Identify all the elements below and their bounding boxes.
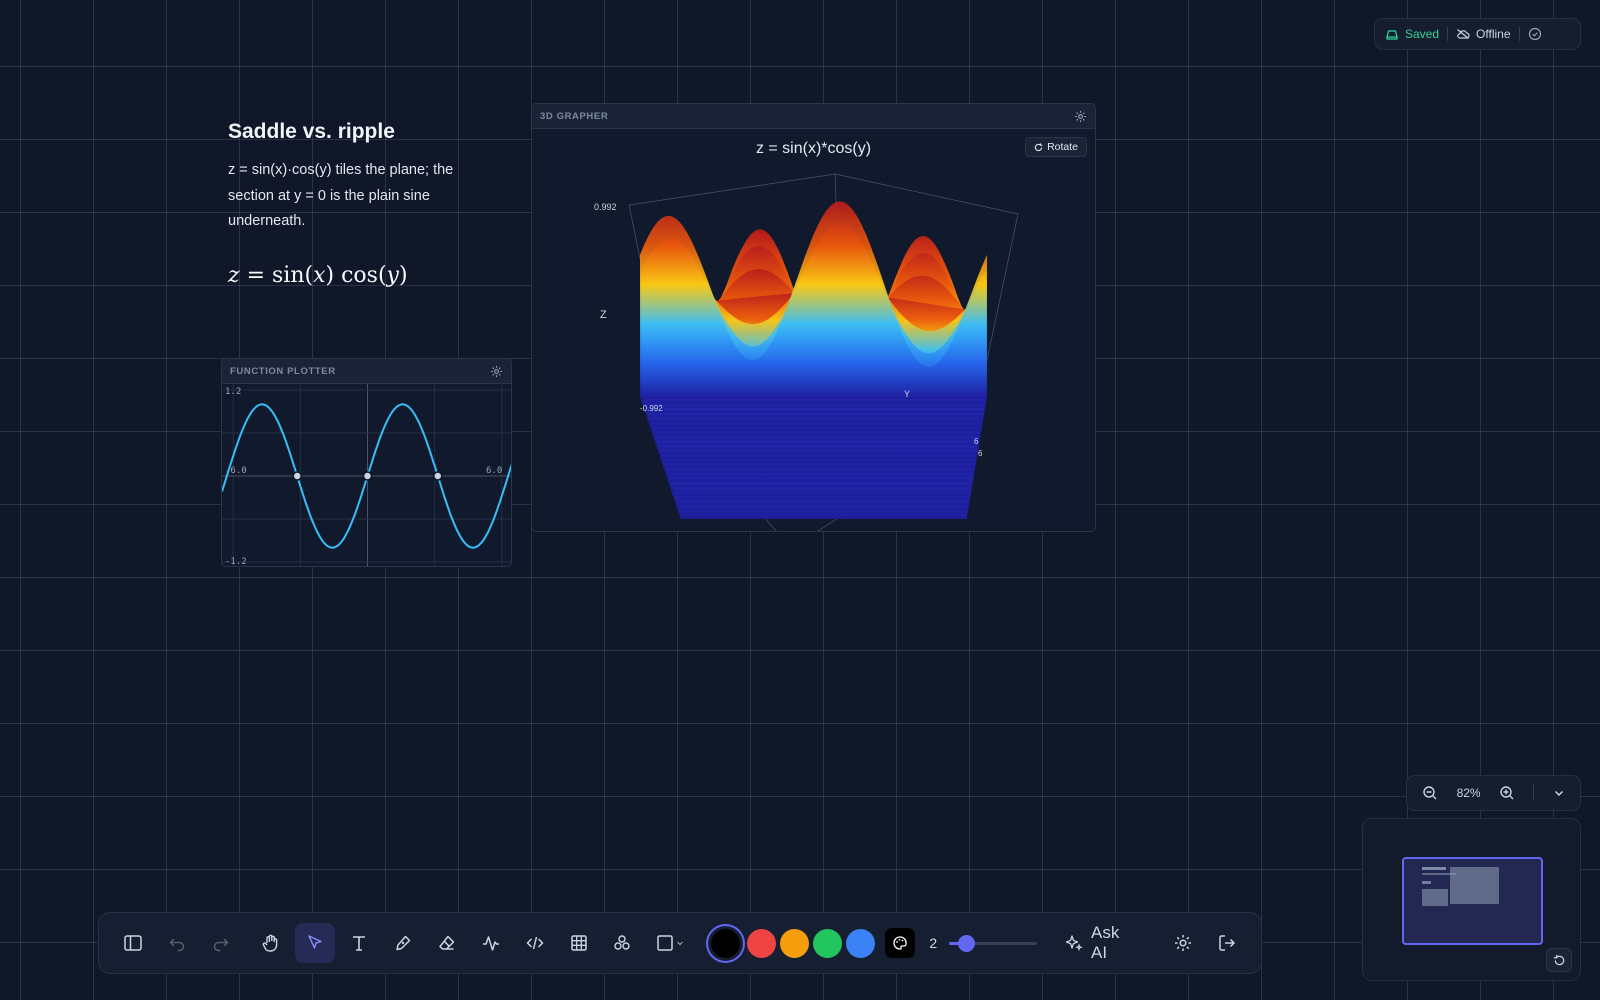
3d-grapher-header[interactable]: 3D GRAPHER: [532, 104, 1095, 129]
undo-button[interactable]: [157, 923, 197, 963]
gear-icon[interactable]: [1074, 110, 1087, 123]
activity-icon: [481, 933, 501, 953]
text-icon: [349, 933, 369, 953]
nodes-icon: [612, 933, 632, 953]
function-plotter-title: FUNCTION PLOTTER: [230, 365, 336, 377]
surface-ridges: [640, 201, 987, 519]
divider: [1518, 27, 1520, 41]
surface-plot[interactable]: 0.992 -0.992 Z Y 6 6: [532, 129, 1096, 532]
cloud-check-icon: [1385, 28, 1399, 40]
note-title: Saddle vs. ripple: [228, 120, 395, 143]
z-axis-label: Z: [600, 309, 607, 321]
undo-icon: [167, 933, 187, 953]
minimap-preview: [1422, 867, 1499, 906]
note-body: z = sin(x)·cos(y) tiles the plane; the s…: [228, 162, 454, 229]
z-min-label: -0.992: [640, 404, 663, 413]
sidebar-icon: [123, 933, 143, 953]
ask-ai-button[interactable]: Ask AI: [1055, 923, 1149, 963]
eraser-tool[interactable]: [427, 923, 467, 963]
color-swatch[interactable]: [780, 928, 810, 958]
redo-button[interactable]: [201, 923, 241, 963]
nodes-tool[interactable]: [602, 923, 642, 963]
zero-marker: [433, 471, 443, 481]
text-note[interactable]: Saddle vs. ripple z = sin(x)·cos(y) tile…: [228, 120, 498, 288]
code-tool[interactable]: [515, 923, 555, 963]
check-circle-button[interactable]: [1528, 27, 1542, 41]
color-swatches: [706, 928, 877, 958]
table-tool[interactable]: [559, 923, 599, 963]
tick-label: 6: [978, 449, 983, 458]
sidebar-toggle-button[interactable]: [113, 923, 153, 963]
color-swatch[interactable]: [846, 928, 876, 958]
text-tool[interactable]: [339, 923, 379, 963]
note-formula: z = sin(x) cos(y): [228, 262, 408, 288]
x-max-label: 6.0: [486, 466, 502, 476]
sync-status-pill: Saved Offline: [1374, 18, 1581, 50]
bottom-toolbar: 2 Ask AI: [98, 912, 1262, 974]
cloud-off-icon: [1456, 28, 1470, 40]
function-plotter-header[interactable]: FUNCTION PLOTTER: [222, 359, 511, 384]
3d-grapher-widget[interactable]: 3D GRAPHER z = sin(x)*cos(y) Rotate 0.99…: [531, 103, 1096, 532]
settings-button[interactable]: [1163, 923, 1203, 963]
zero-marker: [292, 471, 302, 481]
gear-icon: [1173, 933, 1193, 953]
log-out-icon: [1217, 933, 1237, 953]
gear-icon[interactable]: [490, 365, 503, 378]
divider: [1447, 27, 1449, 41]
rotate-ccw-icon: [1553, 954, 1566, 967]
slider-thumb[interactable]: [957, 935, 975, 952]
shape-tool[interactable]: [646, 923, 694, 963]
minimap[interactable]: [1362, 818, 1581, 981]
color-palette-button[interactable]: [885, 928, 916, 958]
divider: [1533, 785, 1535, 801]
chevron-down-icon[interactable]: [1553, 787, 1565, 799]
3d-grapher-title: 3D GRAPHER: [540, 110, 609, 122]
function-plot[interactable]: 1.2 -1.2 -6.0 6.0: [222, 384, 512, 567]
redo-icon: [211, 933, 231, 953]
pen-tool[interactable]: [383, 923, 423, 963]
ask-ai-label: Ask AI: [1091, 923, 1120, 962]
hand-icon: [261, 933, 281, 953]
y-axis-label: Y: [904, 389, 910, 399]
minimap-viewport[interactable]: [1402, 857, 1543, 945]
zoom-out-button[interactable]: [1422, 785, 1438, 801]
reset-view-button[interactable]: [1546, 948, 1572, 972]
hand-tool[interactable]: [251, 923, 291, 963]
square-icon: [656, 934, 674, 952]
eraser-icon: [437, 933, 457, 953]
saved-status: Saved: [1385, 27, 1439, 41]
zoom-controls: 82%: [1406, 775, 1581, 811]
table-icon: [569, 933, 589, 953]
sparkles-icon: [1065, 934, 1083, 952]
saved-label: Saved: [1405, 27, 1440, 41]
tick-label: 6: [974, 437, 979, 446]
offline-label: Offline: [1476, 27, 1511, 41]
zoom-in-button[interactable]: [1499, 785, 1515, 801]
pen-icon: [393, 933, 413, 953]
cursor-icon: [305, 933, 325, 953]
chevron-down-icon: [676, 939, 684, 947]
stroke-size-value: 2: [929, 935, 938, 951]
palette-icon: [892, 935, 908, 951]
exit-button[interactable]: [1207, 923, 1247, 963]
function-tool[interactable]: [471, 923, 511, 963]
y-min-label: -1.2: [225, 557, 247, 567]
color-swatch[interactable]: [711, 928, 741, 958]
stroke-size-slider[interactable]: [949, 933, 1038, 953]
check-circle-icon: [1528, 27, 1542, 41]
color-swatch[interactable]: [747, 928, 777, 958]
offline-status[interactable]: Offline: [1456, 27, 1511, 41]
z-max-label: 0.992: [594, 202, 617, 212]
code-icon: [525, 933, 545, 953]
zero-marker: [362, 471, 373, 481]
zoom-level[interactable]: 82%: [1457, 786, 1481, 800]
color-swatch[interactable]: [813, 928, 843, 958]
y-max-label: 1.2: [225, 387, 241, 397]
select-tool[interactable]: [294, 923, 335, 963]
function-plotter-widget[interactable]: FUNCTION PLOTTER 1.2 -1.2 -6.0 6.0: [221, 358, 512, 567]
